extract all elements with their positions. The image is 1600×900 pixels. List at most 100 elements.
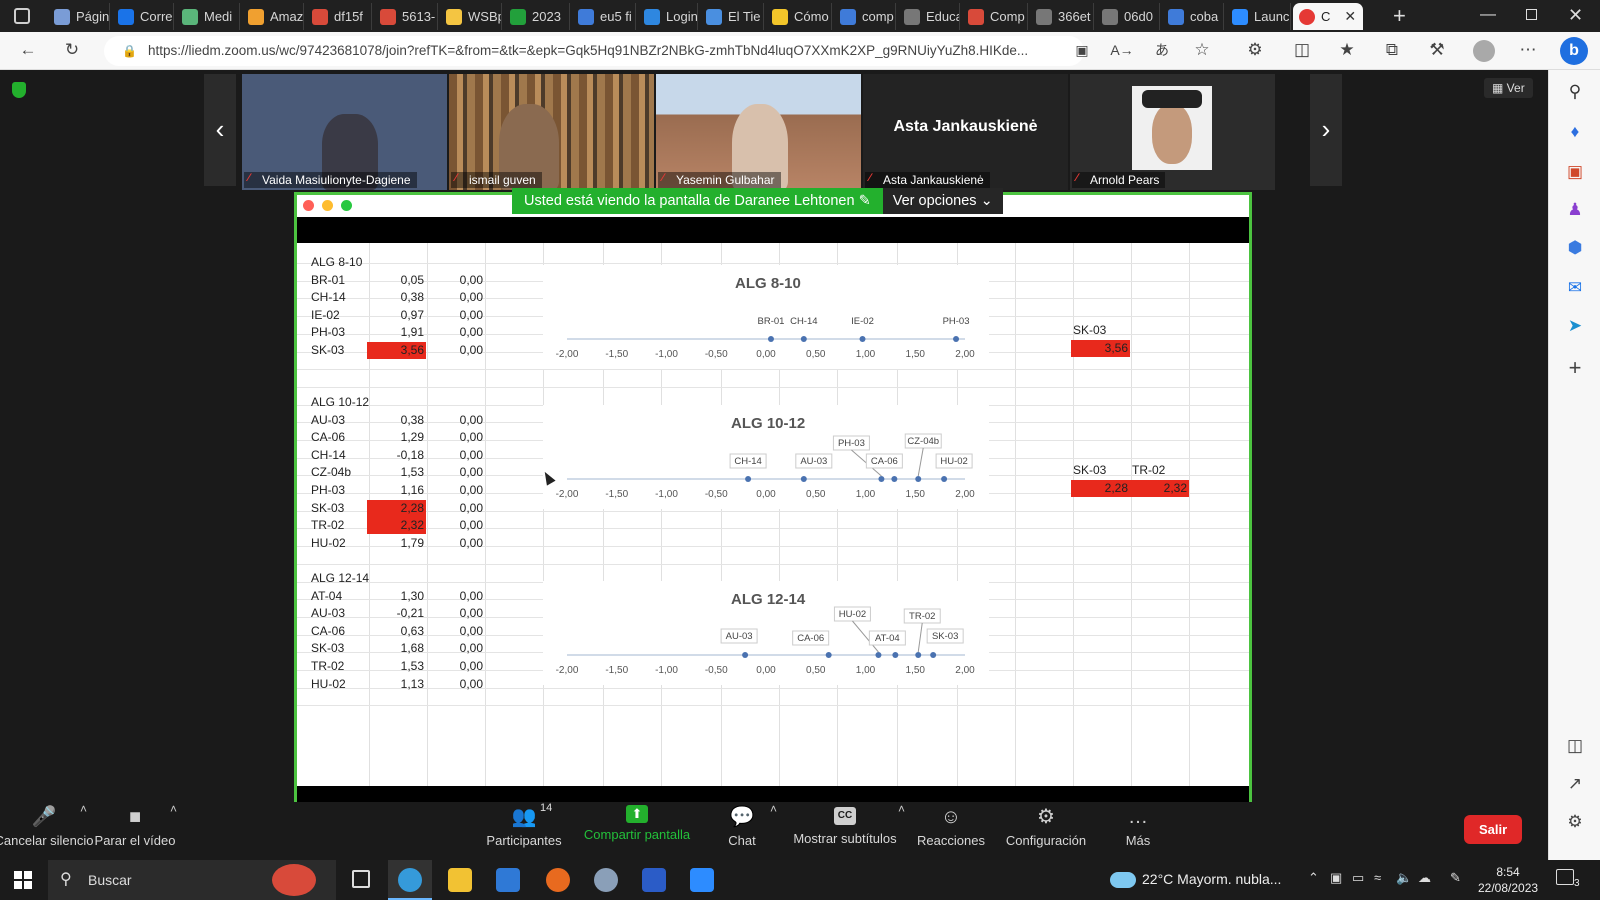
row-code[interactable]: AU-03 bbox=[311, 413, 345, 427]
row-code[interactable]: CH-14 bbox=[311, 290, 346, 304]
caret-up-icon[interactable]: ˄ bbox=[898, 802, 905, 816]
url-field[interactable]: 🔒 https://liedm.zoom.us/wc/97423681078/j… bbox=[104, 36, 1084, 66]
row-code[interactable]: TR-02 bbox=[311, 518, 344, 532]
row-value[interactable]: 2,28 bbox=[367, 499, 426, 517]
browser-tab[interactable]: Págin bbox=[48, 3, 110, 30]
browser-tab[interactable]: 5613- bbox=[374, 3, 438, 30]
notifications-icon[interactable] bbox=[1556, 869, 1574, 885]
translate-icon[interactable]: あ bbox=[1150, 40, 1174, 60]
participant-video[interactable]: ∕ Vaida Masiulionyte-Dagiene bbox=[242, 74, 447, 190]
browser-tab[interactable]: Cómo bbox=[766, 3, 832, 30]
browser-tab[interactable]: coba bbox=[1162, 3, 1224, 30]
browser-tab[interactable]: Educa bbox=[898, 3, 960, 30]
participant-video[interactable]: ∕ ismail guven bbox=[449, 74, 654, 190]
row-zero-value[interactable]: 0,00 bbox=[427, 624, 483, 638]
row-value[interactable]: 0,97 bbox=[367, 307, 426, 324]
volume-icon[interactable]: 🔈 bbox=[1396, 870, 1412, 886]
new-tab-button[interactable]: + bbox=[1393, 3, 1406, 29]
browser-tab[interactable]: C ✕ bbox=[1293, 3, 1363, 30]
next-participants-button[interactable]: › bbox=[1310, 74, 1342, 186]
browser-tab[interactable]: WSBp bbox=[440, 3, 502, 30]
browser-tab[interactable]: 06d0 bbox=[1096, 3, 1160, 30]
wifi-icon[interactable]: ≈ bbox=[1374, 870, 1381, 885]
row-code[interactable]: HU-02 bbox=[311, 536, 346, 550]
row-zero-value[interactable]: 0,00 bbox=[427, 448, 483, 462]
favorite-icon[interactable]: ☆ bbox=[1190, 40, 1214, 60]
row-value[interactable]: 1,16 bbox=[367, 482, 426, 499]
browser-tab[interactable]: El Tie bbox=[700, 3, 764, 30]
row-zero-value[interactable]: 0,00 bbox=[427, 659, 483, 673]
control-button[interactable]: 👥 14 Participantes bbox=[464, 802, 584, 848]
drop-icon[interactable]: ➤ bbox=[1563, 314, 1587, 338]
row-zero-value[interactable]: 0,00 bbox=[427, 413, 483, 427]
view-options-button[interactable]: Ver opciones ⌄ bbox=[882, 188, 1003, 214]
clock[interactable]: 8:54 22/08/2023 bbox=[1478, 864, 1538, 896]
games-icon[interactable]: ♟ bbox=[1563, 198, 1587, 222]
windows-start-icon[interactable] bbox=[14, 871, 32, 889]
row-zero-value[interactable]: 0,00 bbox=[427, 290, 483, 304]
row-zero-value[interactable]: 0,00 bbox=[427, 606, 483, 620]
row-zero-value[interactable]: 0,00 bbox=[427, 483, 483, 497]
bing-icon[interactable]: b bbox=[1560, 37, 1588, 65]
browser-tab[interactable]: df15f bbox=[306, 3, 372, 30]
sidebar-toggle-icon[interactable]: ◫ bbox=[1563, 734, 1587, 758]
firefox-icon[interactable] bbox=[546, 868, 570, 892]
row-code[interactable]: SK-03 bbox=[311, 641, 344, 655]
row-value[interactable]: 0,38 bbox=[367, 412, 426, 429]
row-value[interactable]: 0,63 bbox=[367, 623, 426, 640]
row-value[interactable]: 1,68 bbox=[367, 640, 426, 657]
extensions-icon[interactable]: ⚙ bbox=[1243, 40, 1267, 60]
control-button[interactable]: CC Mostrar subtítulos bbox=[785, 802, 905, 846]
participant-video[interactable]: Asta Jankauskienė ∕ Asta Jankauskienė bbox=[863, 74, 1068, 190]
row-value[interactable]: 1,30 bbox=[367, 588, 426, 605]
row-zero-value[interactable]: 0,00 bbox=[427, 308, 483, 322]
onedrive-icon[interactable]: ☁ bbox=[1418, 870, 1431, 886]
row-zero-value[interactable]: 0,00 bbox=[427, 677, 483, 691]
row-value[interactable]: 1,79 bbox=[367, 535, 426, 552]
row-code[interactable]: CZ-04b bbox=[311, 465, 351, 479]
row-value[interactable]: 1,53 bbox=[367, 658, 426, 675]
browser-tab[interactable]: Amaz bbox=[242, 3, 304, 30]
weather-icon[interactable] bbox=[1110, 872, 1136, 888]
weather-text[interactable]: 22°C Mayorm. nubla... bbox=[1142, 871, 1281, 887]
row-zero-value[interactable]: 0,00 bbox=[427, 430, 483, 444]
outlook-icon[interactable]: ✉ bbox=[1563, 276, 1587, 300]
row-code[interactable]: PH-03 bbox=[311, 325, 345, 339]
row-zero-value[interactable]: 0,00 bbox=[427, 501, 483, 515]
row-zero-value[interactable]: 0,00 bbox=[427, 325, 483, 339]
caret-up-icon[interactable]: ˄ bbox=[170, 802, 177, 816]
shield-icon[interactable] bbox=[12, 82, 26, 98]
browser-tab[interactable]: Corre bbox=[112, 3, 174, 30]
browser-tab[interactable]: 366et bbox=[1030, 3, 1094, 30]
performance-icon[interactable]: ⚒ bbox=[1425, 40, 1449, 60]
control-button[interactable]: … Más bbox=[1078, 802, 1198, 848]
row-code[interactable]: BR-01 bbox=[311, 273, 345, 287]
external-link-icon[interactable]: ↗ bbox=[1563, 772, 1587, 796]
sidebar-settings-icon[interactable]: ⚙ bbox=[1563, 810, 1587, 834]
app-icon[interactable] bbox=[594, 868, 618, 892]
battery-icon[interactable]: ▭ bbox=[1352, 870, 1364, 886]
leave-button[interactable]: Salir bbox=[1464, 815, 1523, 844]
row-zero-value[interactable]: 0,00 bbox=[427, 589, 483, 603]
row-value[interactable]: 1,53 bbox=[367, 464, 426, 481]
row-value[interactable]: 3,56 bbox=[367, 342, 426, 359]
row-value[interactable]: 0,38 bbox=[367, 289, 426, 306]
browser-tab[interactable]: Comp bbox=[962, 3, 1028, 30]
row-code[interactable]: TR-02 bbox=[311, 659, 344, 673]
office-icon[interactable]: ⬢ bbox=[1563, 236, 1587, 260]
pen-icon[interactable]: ✎ bbox=[1450, 870, 1461, 886]
search-icon[interactable]: ⚲ bbox=[1563, 80, 1587, 104]
close-window-button[interactable]: ✕ bbox=[1568, 5, 1583, 26]
refresh-button[interactable]: ↻ bbox=[60, 40, 84, 60]
caret-up-icon[interactable]: ˄ bbox=[80, 802, 87, 816]
tab-actions-icon[interactable] bbox=[14, 8, 30, 24]
row-value[interactable]: 1,29 bbox=[367, 429, 426, 446]
tray-chevron-icon[interactable]: ⌃ bbox=[1308, 870, 1319, 886]
browser-tab[interactable]: 2023 bbox=[504, 3, 570, 30]
word-icon[interactable] bbox=[642, 868, 666, 892]
split-screen-icon[interactable]: ◫ bbox=[1290, 40, 1314, 60]
row-zero-value[interactable]: 0,00 bbox=[427, 641, 483, 655]
favorites-list-icon[interactable]: ★ bbox=[1335, 40, 1359, 60]
row-code[interactable]: PH-03 bbox=[311, 483, 345, 497]
row-code[interactable]: CA-06 bbox=[311, 430, 345, 444]
